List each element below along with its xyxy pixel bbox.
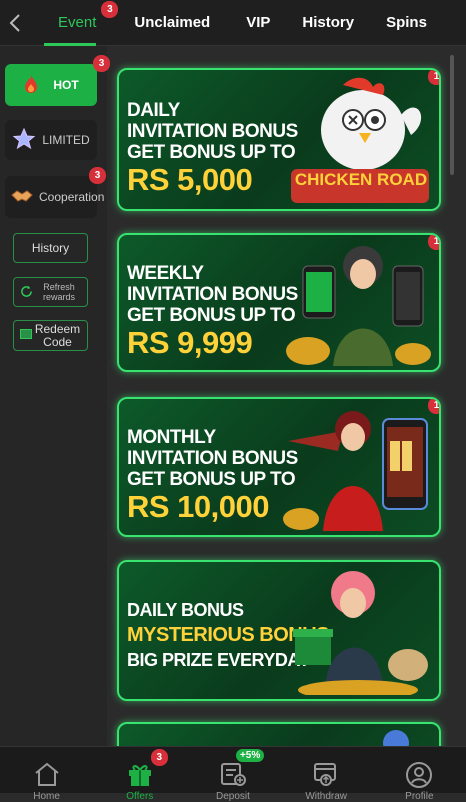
button-label: Refresh rewards	[42, 282, 75, 302]
withdraw-icon	[312, 761, 340, 790]
tab-label: Spins	[386, 14, 427, 31]
tab-label: History	[302, 14, 355, 31]
star-icon	[12, 127, 36, 154]
button-label: History	[31, 241, 70, 255]
nav-deposit[interactable]: +5% Deposit	[203, 747, 265, 802]
promo-text: MONTHLY INVITATION BONUS GET BONUS UP TO…	[127, 427, 298, 524]
promo-card-badge: 1	[428, 235, 439, 250]
card-art	[383, 730, 409, 746]
redeem-code-button[interactable]: Redeem Code	[13, 320, 88, 351]
nav-withdraw[interactable]: Withdraw	[296, 747, 356, 802]
fire-icon	[23, 74, 39, 97]
tab-unclaimed[interactable]: Unclaimed	[110, 0, 228, 46]
promo-line: INVITATION BONUS	[127, 448, 298, 469]
deposit-icon	[219, 761, 247, 790]
promo-card-daily-bonus[interactable]: DAILY BONUS MYSTERIOUS BONUS BIG PRIZE E…	[117, 560, 441, 701]
sidebar-item-label: LIMITED	[42, 133, 90, 147]
promo-line: GET BONUS UP TO	[127, 469, 296, 490]
category-sidebar: HOT 3 LIMITED Cooperation 3 History Refr…	[0, 46, 110, 746]
sidebar-item-hot[interactable]: HOT 3	[5, 55, 110, 106]
sidebar-coop-badge: 3	[89, 167, 106, 184]
history-button[interactable]: History	[13, 233, 88, 263]
button-label: Redeem Code	[34, 321, 81, 349]
tab-label: Unclaimed	[134, 14, 211, 31]
promo-line: MONTHLY	[127, 427, 216, 448]
sidebar-item-cooperation[interactable]: Cooperation 3	[5, 167, 106, 218]
tab-spins[interactable]: Spins	[372, 0, 445, 46]
promo-card-badge: 1	[428, 70, 439, 85]
chicken-road-logo: CHICKEN ROAD	[294, 170, 428, 189]
promo-line: GET BONUS UP TO	[127, 142, 296, 163]
sidebar-item-limited[interactable]: LIMITED	[5, 120, 97, 160]
promo-card-weekly-invitation[interactable]: WEEKLY INVITATION BONUS GET BONUS UP TO …	[117, 233, 441, 372]
sidebar-item-label: HOT	[53, 78, 79, 92]
tab-event[interactable]: Event 3	[30, 0, 119, 46]
tab-label: Event	[58, 14, 97, 31]
nav-home[interactable]: Home	[17, 747, 77, 802]
promo-card-daily-invitation[interactable]: DAILY INVITATION BONUS GET BONUS UP TO R…	[117, 68, 441, 211]
promo-line: INVITATION BONUS	[127, 284, 298, 305]
nav-profile[interactable]: Profile	[389, 747, 449, 802]
promo-amount: RS 10,000	[127, 489, 269, 524]
tab-label: VIP	[246, 14, 271, 31]
promo-card-monthly-invitation[interactable]: MONTHLY INVITATION BONUS GET BONUS UP TO…	[117, 397, 441, 537]
tab-vip[interactable]: VIP	[228, 0, 288, 46]
promo-text: DAILY INVITATION BONUS GET BONUS UP TO R…	[127, 100, 298, 197]
refresh-rewards-button[interactable]: Refresh rewards	[13, 277, 88, 307]
nav-offers-badge: 3	[150, 749, 168, 766]
nav-offers[interactable]: 3 Offers	[110, 747, 170, 802]
aviator-girl-illustration	[283, 401, 433, 531]
promo-line: INVITATION BONUS	[127, 121, 298, 142]
code-icon	[19, 329, 32, 342]
deposit-bonus-badge: +5%	[235, 749, 265, 762]
promo-card-badge: 1	[428, 399, 439, 414]
tab-history[interactable]: History	[288, 0, 372, 46]
promo-text: WEEKLY INVITATION BONUS GET BONUS UP TO …	[127, 263, 298, 360]
promo-list: DAILY INVITATION BONUS GET BONUS UP TO R…	[107, 46, 466, 746]
bottom-nav: Home 3 Offers +5% Deposit Withdraw Profi…	[0, 746, 466, 802]
promo-amount: RS 5,000	[127, 162, 253, 197]
chicken-road-illustration: CHICKEN ROAD	[283, 75, 433, 205]
back-icon[interactable]	[0, 0, 30, 46]
promo-amount: RS 9,999	[127, 325, 253, 360]
handshake-icon	[11, 187, 33, 208]
promo-card-partial[interactable]	[117, 722, 441, 746]
promo-line: WEEKLY	[127, 263, 204, 284]
home-icon	[33, 761, 61, 790]
gift-icon	[127, 761, 153, 790]
sidebar-item-label: Cooperation	[39, 189, 105, 204]
top-tab-bar: Event 3 Unclaimed VIP History Spins	[0, 0, 466, 46]
mystery-girl-illustration	[283, 565, 433, 699]
profile-icon	[405, 761, 433, 792]
refresh-icon	[20, 285, 33, 300]
promo-line: GET BONUS UP TO	[127, 305, 296, 326]
pilot-girl-illustration	[283, 236, 433, 366]
promo-line: DAILY	[127, 100, 180, 121]
